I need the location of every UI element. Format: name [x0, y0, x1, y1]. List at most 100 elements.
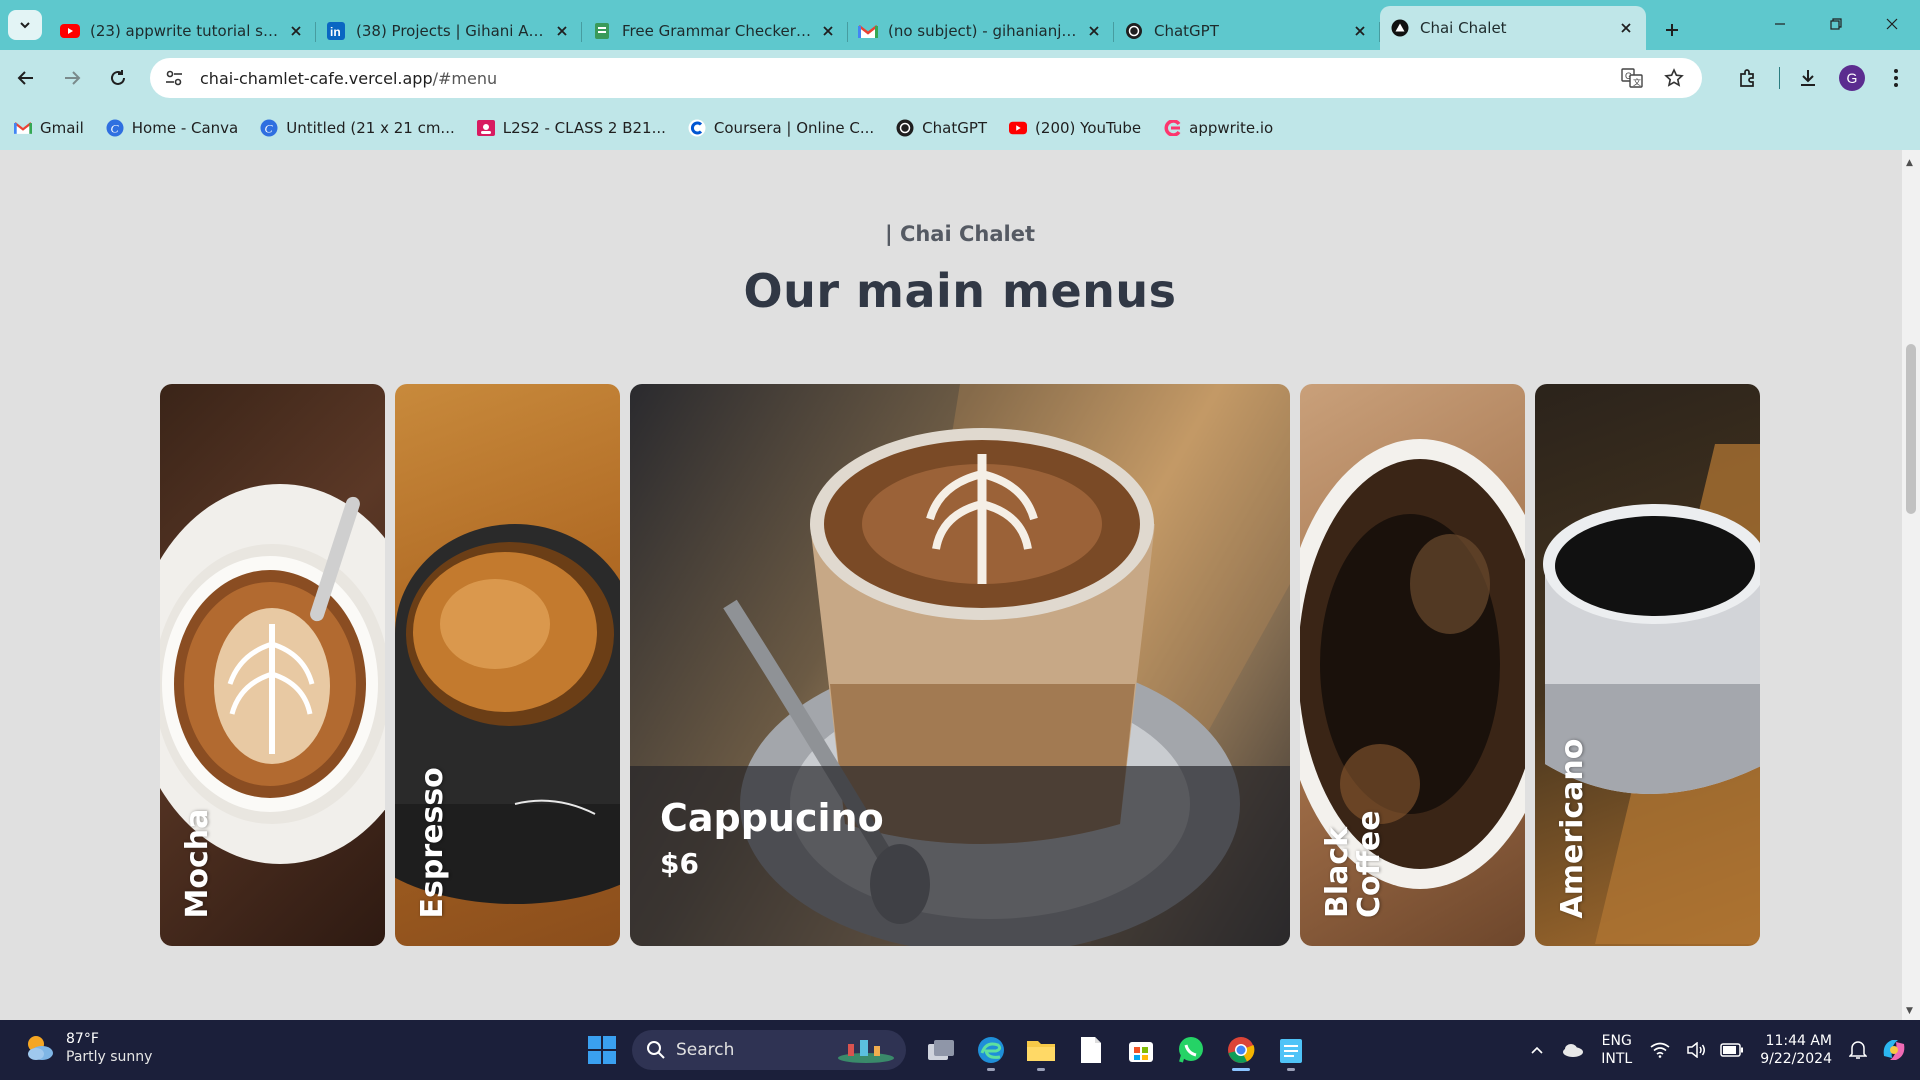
store-icon	[1129, 1042, 1153, 1062]
minimize-button[interactable]	[1752, 0, 1808, 48]
notification-bell-icon[interactable]	[1840, 1030, 1876, 1070]
start-button[interactable]	[580, 1028, 624, 1072]
language-code: ENG	[1601, 1033, 1632, 1049]
bookmark-star-icon[interactable]	[1656, 60, 1692, 96]
menu-item-name: Mocha	[180, 808, 215, 918]
forward-button[interactable]	[52, 58, 92, 98]
chatgpt-icon	[1124, 21, 1144, 41]
bookmark-gmail[interactable]: Gmail	[14, 119, 84, 137]
bookmark-youtube[interactable]: (200) YouTube	[1009, 119, 1141, 137]
reload-button[interactable]	[98, 58, 138, 98]
bookmark-label: Untitled (21 x 21 cm...	[286, 119, 455, 137]
windows-taskbar: 87°F Partly sunny Search ENG INTL 11:44 …	[0, 1020, 1920, 1080]
menu-card-espresso[interactable]: Espresso	[395, 384, 620, 946]
volume-icon[interactable]	[1678, 1030, 1714, 1070]
bookmark-classroom[interactable]: L2S2 - CLASS 2 B21...	[476, 119, 666, 137]
battery-icon[interactable]	[1714, 1030, 1750, 1070]
chevron-up-icon[interactable]	[1519, 1030, 1555, 1070]
onedrive-icon[interactable]	[1555, 1030, 1591, 1070]
windows-icon	[588, 1036, 616, 1064]
profile-avatar[interactable]: G	[1832, 58, 1872, 98]
classroom-icon	[476, 119, 495, 137]
bookmark-canva-untitled[interactable]: C Untitled (21 x 21 cm...	[260, 119, 455, 137]
page-scrollbar[interactable]: ▲ ▼	[1902, 150, 1920, 1020]
running-indicator	[1232, 1068, 1250, 1071]
close-icon[interactable]	[1084, 21, 1104, 41]
taskbar-store[interactable]	[1116, 1028, 1166, 1072]
tab-gmail[interactable]: (no subject) - gihanianjalik	[848, 12, 1114, 50]
tab-grammar[interactable]: Free Grammar Checker (no	[582, 12, 848, 50]
edge-icon	[978, 1037, 1004, 1063]
arrow-left-icon	[17, 71, 33, 85]
bookmark-chatgpt[interactable]: ChatGPT	[896, 119, 987, 137]
svg-text:C: C	[110, 122, 119, 136]
whatsapp-icon	[1179, 1037, 1203, 1063]
close-icon[interactable]	[1350, 21, 1370, 41]
translate-icon[interactable]: G文	[1614, 60, 1650, 96]
close-window-button[interactable]	[1864, 0, 1920, 48]
restore-button[interactable]	[1808, 0, 1864, 48]
menu-card-black-coffee[interactable]: Black Coffee	[1300, 384, 1525, 946]
close-icon[interactable]	[1616, 18, 1636, 38]
copilot-icon[interactable]	[1876, 1030, 1912, 1070]
bookmark-canva-home[interactable]: C Home - Canva	[106, 119, 239, 137]
extensions-icon[interactable]	[1727, 58, 1767, 98]
clock-time: 11:44 AM	[1765, 1033, 1832, 1049]
menu-item-name: Espresso	[415, 766, 450, 918]
bookmark-label: (200) YouTube	[1035, 119, 1142, 137]
menu-card-mocha[interactable]: Mocha	[160, 384, 385, 946]
bookmark-label: Home - Canva	[131, 119, 239, 137]
bookmark-appwrite[interactable]: appwrite.io	[1163, 119, 1273, 137]
close-icon[interactable]	[552, 21, 572, 41]
avatar: G	[1839, 65, 1865, 91]
tab-chatgpt[interactable]: ChatGPT	[1114, 12, 1380, 50]
close-icon[interactable]	[818, 21, 838, 41]
weather-widget[interactable]: 87°F Partly sunny	[22, 1030, 152, 1066]
running-indicator	[1037, 1068, 1045, 1071]
taskbar-edge[interactable]	[966, 1028, 1016, 1072]
menu-card-americano[interactable]: Americano	[1535, 384, 1760, 946]
reload-icon	[111, 70, 125, 85]
tab-linkedin[interactable]: in (38) Projects | Gihani Anjali	[316, 12, 582, 50]
scroll-thumb[interactable]	[1906, 344, 1916, 514]
site-info-icon[interactable]	[156, 60, 192, 96]
restore-icon	[1830, 18, 1842, 30]
scroll-down-icon[interactable]: ▼	[1906, 1006, 1913, 1016]
appwrite-icon	[1163, 119, 1181, 137]
tab-title: (23) appwrite tutorial sinha	[90, 22, 280, 40]
taskbar-chrome[interactable]	[1216, 1028, 1266, 1072]
file-icon	[1081, 1037, 1101, 1063]
menu-kebab-icon[interactable]	[1876, 58, 1916, 98]
chatgpt-icon	[896, 119, 914, 137]
tab-search-button[interactable]	[8, 10, 42, 40]
wifi-icon[interactable]	[1642, 1030, 1678, 1070]
back-button[interactable]	[6, 58, 46, 98]
taskbar-file-explorer[interactable]	[1016, 1028, 1066, 1072]
close-icon[interactable]	[286, 21, 306, 41]
gmail-icon	[14, 119, 32, 137]
arrow-right-icon	[65, 71, 81, 85]
scroll-up-icon[interactable]: ▲	[1906, 158, 1913, 168]
taskbar-notepad[interactable]	[1066, 1028, 1116, 1072]
keyboard-layout: INTL	[1601, 1051, 1633, 1067]
tab-strip: (23) appwrite tutorial sinha in (38) Pro…	[0, 0, 1920, 50]
weather-temperature: 87°F	[66, 1031, 99, 1047]
address-bar[interactable]: chai-chamlet-cafe.vercel.app/#menu G文	[150, 58, 1702, 98]
url-text[interactable]: chai-chamlet-cafe.vercel.app/#menu	[200, 69, 497, 88]
tab-chai-chalet[interactable]: Chai Chalet	[1380, 6, 1646, 50]
taskbar-task-view[interactable]	[916, 1028, 966, 1072]
download-icon[interactable]	[1788, 58, 1828, 98]
tab-youtube[interactable]: (23) appwrite tutorial sinha	[50, 12, 316, 50]
gmail-icon	[858, 21, 878, 41]
taskbar-search[interactable]: Search	[632, 1030, 906, 1070]
grammar-icon	[592, 21, 612, 41]
input-language[interactable]: ENG INTL	[1601, 1032, 1632, 1068]
bookmark-coursera[interactable]: Coursera | Online C...	[688, 119, 874, 137]
system-clock[interactable]: 11:44 AM 9/22/2024	[1760, 1032, 1832, 1068]
new-tab-button[interactable]	[1654, 12, 1690, 48]
taskbar-whatsapp[interactable]	[1166, 1028, 1216, 1072]
menu-card-cappucino[interactable]: Cappucino $6	[630, 384, 1290, 946]
running-indicator	[1287, 1068, 1295, 1071]
taskbar-notepad-app[interactable]	[1266, 1028, 1316, 1072]
tab-title: Chai Chalet	[1420, 19, 1507, 37]
